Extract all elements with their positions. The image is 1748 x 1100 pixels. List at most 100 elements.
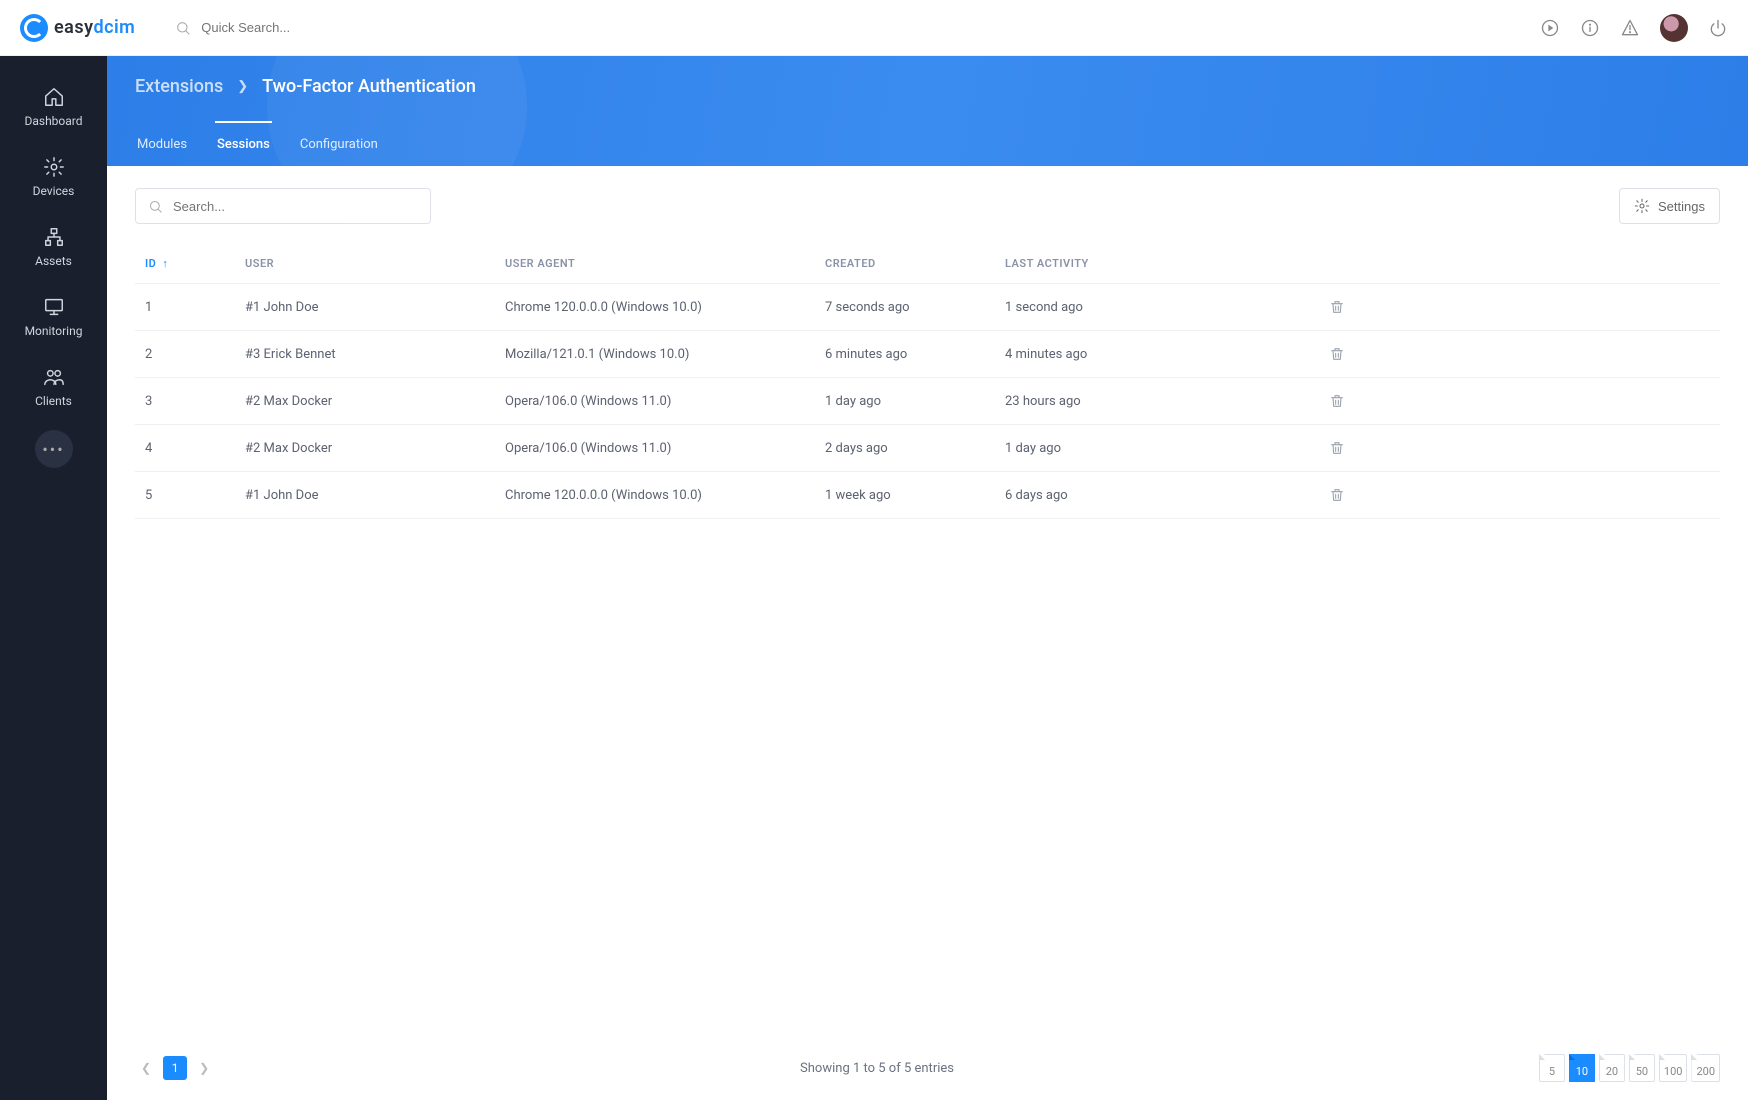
delete-button[interactable] — [1329, 440, 1345, 456]
page-size-5[interactable]: 5 — [1539, 1054, 1565, 1082]
page-size-50[interactable]: 50 — [1629, 1054, 1655, 1082]
trash-icon — [1329, 487, 1345, 503]
page-size-200[interactable]: 200 — [1691, 1054, 1720, 1082]
info-icon[interactable] — [1580, 18, 1600, 38]
top-actions — [1540, 14, 1728, 42]
page-next[interactable]: ❯ — [193, 1057, 215, 1079]
cell-user: #1 John Doe — [245, 488, 505, 503]
cell-agent: Chrome 120.0.0.0 (Windows 10.0) — [505, 488, 825, 503]
cell-activity: 23 hours ago — [1005, 394, 1285, 409]
cell-user: #3 Erick Bennet — [245, 347, 505, 362]
delete-button[interactable] — [1329, 393, 1345, 409]
table-row[interactable]: 3#2 Max DockerOpera/106.0 (Windows 11.0)… — [135, 378, 1720, 425]
main-panel: Extensions ❯ Two-Factor Authentication M… — [107, 56, 1748, 1100]
cell-id: 5 — [145, 488, 245, 503]
cell-created: 1 day ago — [825, 394, 1005, 409]
brand-name-a: easy — [54, 17, 93, 38]
pagination: ❮ 1 ❯ — [135, 1056, 215, 1080]
cell-created: 1 week ago — [825, 488, 1005, 503]
page-size-10[interactable]: 10 — [1569, 1054, 1595, 1082]
breadcrumb-current: Two-Factor Authentication — [262, 76, 476, 97]
page-size-100[interactable]: 100 — [1659, 1054, 1688, 1082]
content-area: Settings ID ↑ USER USER AGENT CREATED LAS… — [107, 166, 1748, 1042]
top-bar: easydcim — [0, 0, 1748, 56]
sidebar-item-assets[interactable]: Assets — [0, 212, 107, 282]
page-tabs: Modules Sessions Configuration — [135, 121, 1720, 166]
column-user-agent[interactable]: USER AGENT — [505, 257, 825, 270]
cell-created: 7 seconds ago — [825, 300, 1005, 315]
cell-created: 2 days ago — [825, 441, 1005, 456]
sessions-table: ID ↑ USER USER AGENT CREATED LAST ACTIVIT… — [135, 244, 1720, 519]
tab-sessions[interactable]: Sessions — [215, 121, 272, 166]
brand-logo[interactable]: easydcim — [20, 14, 135, 42]
arrow-up-icon: ↑ — [162, 257, 168, 270]
delete-button[interactable] — [1329, 299, 1345, 315]
cell-created: 6 minutes ago — [825, 347, 1005, 362]
table-row[interactable]: 1#1 John DoeChrome 120.0.0.0 (Windows 10… — [135, 284, 1720, 331]
search-icon — [175, 20, 191, 36]
column-user[interactable]: USER — [245, 257, 505, 270]
column-last-activity[interactable]: LAST ACTIVITY — [1005, 257, 1285, 270]
global-search-input[interactable] — [201, 20, 401, 35]
table-row[interactable]: 2#3 Erick BennetMozilla/121.0.1 (Windows… — [135, 331, 1720, 378]
monitor-icon — [43, 296, 65, 318]
page-size-selector: 5102050100200 — [1539, 1054, 1720, 1082]
page-current[interactable]: 1 — [163, 1056, 187, 1080]
settings-button[interactable]: Settings — [1619, 188, 1720, 224]
user-avatar[interactable] — [1660, 14, 1688, 42]
sidebar-more-button[interactable]: ••• — [35, 430, 73, 468]
column-created[interactable]: CREATED — [825, 257, 1005, 270]
cell-agent: Chrome 120.0.0.0 (Windows 10.0) — [505, 300, 825, 315]
cell-user: #2 Max Docker — [245, 394, 505, 409]
brand-name: easydcim — [54, 17, 135, 38]
cell-user: #2 Max Docker — [245, 441, 505, 456]
cell-id: 3 — [145, 394, 245, 409]
global-search[interactable] — [175, 20, 1540, 36]
network-icon — [43, 226, 65, 248]
play-icon[interactable] — [1540, 18, 1560, 38]
power-icon[interactable] — [1708, 18, 1728, 38]
sidebar-item-label: Assets — [35, 254, 72, 268]
cell-activity: 1 second ago — [1005, 300, 1285, 315]
sidebar-item-dashboard[interactable]: Dashboard — [0, 72, 107, 142]
table-header: ID ↑ USER USER AGENT CREATED LAST ACTIVIT… — [135, 244, 1720, 284]
trash-icon — [1329, 299, 1345, 315]
sidebar-item-label: Monitoring — [25, 324, 83, 338]
cell-agent: Mozilla/121.0.1 (Windows 10.0) — [505, 347, 825, 362]
tab-configuration[interactable]: Configuration — [298, 121, 380, 166]
cell-activity: 1 day ago — [1005, 441, 1285, 456]
chevron-right-icon: ❯ — [237, 79, 248, 94]
table-footer: ❮ 1 ❯ Showing 1 to 5 of 5 entries 510205… — [107, 1042, 1748, 1100]
home-icon — [43, 86, 65, 108]
delete-button[interactable] — [1329, 346, 1345, 362]
sidebar-item-devices[interactable]: Devices — [0, 142, 107, 212]
trash-icon — [1329, 346, 1345, 362]
page-prev[interactable]: ❮ — [135, 1057, 157, 1079]
column-id[interactable]: ID ↑ — [145, 257, 245, 270]
trash-icon — [1329, 440, 1345, 456]
showing-text: Showing 1 to 5 of 5 entries — [800, 1061, 954, 1076]
cell-user: #1 John Doe — [245, 300, 505, 315]
cell-agent: Opera/106.0 (Windows 11.0) — [505, 441, 825, 456]
sidebar-item-monitoring[interactable]: Monitoring — [0, 282, 107, 352]
column-label: ID — [145, 257, 156, 270]
gear-icon — [1634, 198, 1650, 214]
trash-icon — [1329, 393, 1345, 409]
page-header: Extensions ❯ Two-Factor Authentication M… — [107, 56, 1748, 166]
sidebar-item-clients[interactable]: Clients — [0, 352, 107, 422]
page-size-20[interactable]: 20 — [1599, 1054, 1625, 1082]
delete-button[interactable] — [1329, 487, 1345, 503]
sidebar: Dashboard Devices Assets Monitoring Clie… — [0, 56, 107, 1100]
tab-modules[interactable]: Modules — [135, 121, 189, 166]
table-row[interactable]: 4#2 Max DockerOpera/106.0 (Windows 11.0)… — [135, 425, 1720, 472]
cell-agent: Opera/106.0 (Windows 11.0) — [505, 394, 825, 409]
search-icon — [148, 199, 163, 214]
gear-icon — [43, 156, 65, 178]
sidebar-item-label: Devices — [33, 184, 75, 198]
breadcrumb-parent[interactable]: Extensions — [135, 76, 223, 97]
table-row[interactable]: 5#1 John DoeChrome 120.0.0.0 (Windows 10… — [135, 472, 1720, 519]
users-icon — [43, 366, 65, 388]
sidebar-item-label: Clients — [35, 394, 72, 408]
sidebar-item-label: Dashboard — [24, 114, 82, 128]
alert-icon[interactable] — [1620, 18, 1640, 38]
